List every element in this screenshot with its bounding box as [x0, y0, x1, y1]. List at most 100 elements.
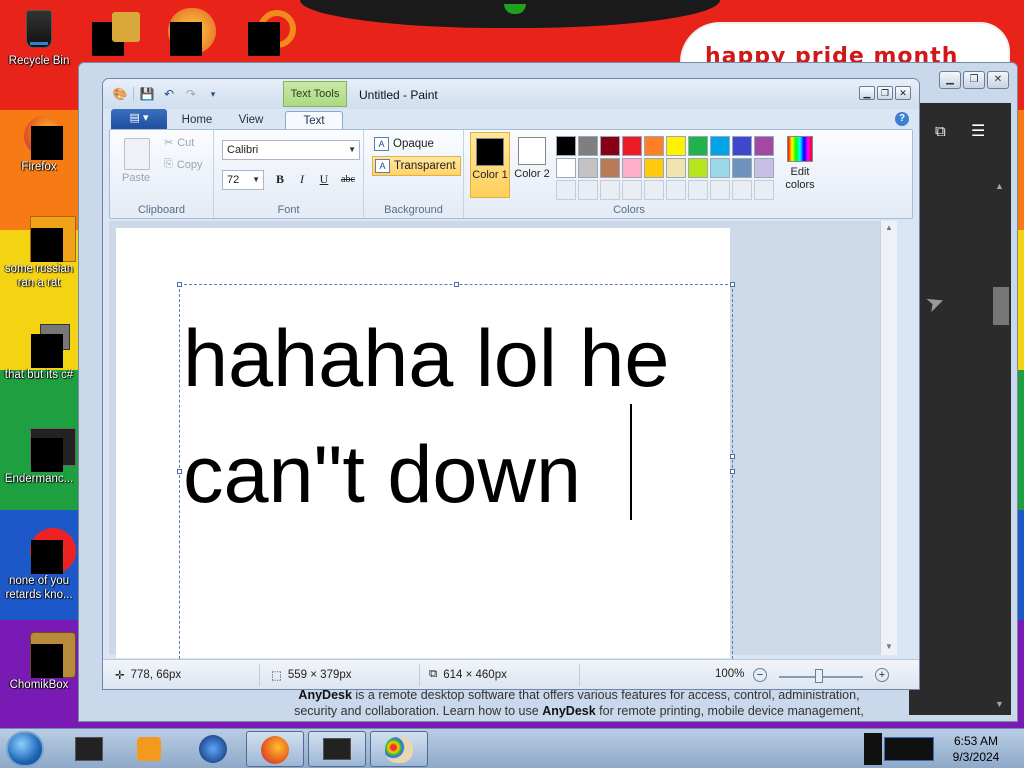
- transparent-option[interactable]: A Transparent: [372, 156, 461, 176]
- customize-qat-icon[interactable]: ▾: [204, 86, 222, 102]
- desktop-icon-firefox[interactable]: Firefox: [0, 112, 78, 174]
- palette-swatch[interactable]: [622, 158, 642, 178]
- palette-custom-slot[interactable]: [622, 180, 642, 200]
- vertical-scrollbar[interactable]: ▲ ▼: [880, 221, 897, 655]
- tray-hidden-icon[interactable]: [864, 733, 882, 765]
- palette-swatch[interactable]: [644, 158, 664, 178]
- desktop-icon-redacted[interactable]: [248, 22, 280, 56]
- color2-button[interactable]: Color 2: [512, 132, 552, 198]
- minimize-button[interactable]: ▁: [939, 71, 961, 89]
- paint-menu-button[interactable]: ▤ ▾: [111, 109, 167, 129]
- palette-custom-slot[interactable]: [578, 180, 598, 200]
- palette-swatch[interactable]: [600, 158, 620, 178]
- maximize-button[interactable]: ❐: [877, 86, 893, 100]
- palette-swatch[interactable]: [732, 158, 752, 178]
- palette-swatch[interactable]: [666, 158, 686, 178]
- zoom-slider-thumb[interactable]: [815, 669, 823, 683]
- resize-handle[interactable]: [177, 282, 182, 287]
- palette-custom-slot[interactable]: [556, 180, 576, 200]
- italic-button[interactable]: I: [292, 170, 312, 190]
- resize-handle[interactable]: [730, 454, 735, 459]
- edit-colors-button[interactable]: Edit colors: [782, 136, 818, 192]
- taskbar-app-globe[interactable]: [184, 731, 242, 767]
- taskbar-app-media[interactable]: [120, 731, 178, 767]
- help-icon[interactable]: ?: [895, 112, 909, 126]
- palette-swatch[interactable]: [622, 136, 642, 156]
- palette-swatch[interactable]: [688, 158, 708, 178]
- opaque-option[interactable]: A Opaque: [372, 134, 438, 154]
- palette-custom-slot[interactable]: [710, 180, 730, 200]
- scroll-up-icon[interactable]: ▲: [885, 223, 893, 232]
- palette-custom-slot[interactable]: [600, 180, 620, 200]
- paste-icon[interactable]: [124, 138, 150, 170]
- maximize-button[interactable]: ❐: [963, 71, 985, 89]
- taskbar-clock[interactable]: 6:53 AM 9/3/2024: [934, 733, 1018, 765]
- palette-custom-slot[interactable]: [666, 180, 686, 200]
- taskbar-app-firefox[interactable]: [246, 731, 304, 767]
- minimize-button[interactable]: ▁: [859, 86, 875, 100]
- scroll-up-icon[interactable]: ▲: [995, 181, 1004, 191]
- palette-swatch[interactable]: [754, 136, 774, 156]
- canvas-text[interactable]: hahaha lol he can"t down: [183, 301, 669, 533]
- paste-button[interactable]: Paste: [122, 172, 150, 184]
- palette-swatch[interactable]: [666, 136, 686, 156]
- tab-home[interactable]: Home: [175, 111, 219, 131]
- palette-swatch[interactable]: [732, 136, 752, 156]
- palette-swatch[interactable]: [556, 136, 576, 156]
- font-family-select[interactable]: Calibri ▼: [222, 140, 360, 160]
- underline-button[interactable]: U: [314, 170, 334, 190]
- palette-swatch[interactable]: [710, 136, 730, 156]
- window-icon: [323, 738, 351, 760]
- resize-handle[interactable]: [454, 282, 459, 287]
- zoom-in-button[interactable]: +: [875, 668, 889, 682]
- palette-custom-slot[interactable]: [732, 180, 752, 200]
- desktop-icon-chomikbox[interactable]: ChomikBox: [0, 630, 78, 692]
- desktop-icon-endermanch[interactable]: Endermanc...: [0, 424, 78, 486]
- start-button[interactable]: [6, 731, 44, 767]
- edit-colors-label: Edit colors: [785, 166, 815, 191]
- zoom-out-button[interactable]: −: [753, 668, 767, 682]
- palette-swatch[interactable]: [578, 158, 598, 178]
- menu-icon[interactable]: ☰: [971, 121, 985, 141]
- copy-button[interactable]: ⎘ Copy: [164, 158, 203, 171]
- scrollbar-thumb[interactable]: [993, 287, 1009, 325]
- undo-icon[interactable]: ↶: [160, 86, 178, 102]
- close-button[interactable]: ✕: [895, 86, 911, 100]
- resize-handle[interactable]: [730, 282, 735, 287]
- desktop-icon-recycle-bin[interactable]: Recycle Bin: [0, 6, 78, 68]
- palette-swatch[interactable]: [710, 158, 730, 178]
- strikethrough-button[interactable]: abc: [336, 170, 360, 190]
- color1-button[interactable]: Color 1: [470, 132, 510, 198]
- desktop-icon-rat[interactable]: some russian ran a rat: [0, 214, 78, 290]
- resize-handle[interactable]: [177, 469, 182, 474]
- tab-view[interactable]: View: [229, 111, 273, 131]
- palette-swatch[interactable]: [688, 136, 708, 156]
- taskbar-app-terminal[interactable]: [60, 731, 118, 767]
- palette-swatch[interactable]: [754, 158, 774, 178]
- extensions-icon[interactable]: ⧉: [935, 123, 946, 140]
- palette-custom-slot[interactable]: [644, 180, 664, 200]
- taskbar-app-anydesk[interactable]: [308, 731, 366, 767]
- save-icon[interactable]: 💾: [138, 86, 156, 102]
- desktop-icon-none-of-you[interactable]: none of you retards kno...: [0, 526, 78, 602]
- cut-button[interactable]: ✂ Cut: [164, 136, 194, 150]
- taskbar-app-paint[interactable]: [370, 731, 428, 767]
- bold-button[interactable]: B: [270, 170, 290, 190]
- paint-app-icon[interactable]: 🎨: [111, 86, 129, 102]
- palette-swatch[interactable]: [578, 136, 598, 156]
- palette-custom-slot[interactable]: [688, 180, 708, 200]
- scroll-down-icon[interactable]: ▼: [995, 699, 1004, 709]
- tab-text[interactable]: Text: [285, 111, 343, 131]
- palette-swatch[interactable]: [600, 136, 620, 156]
- palette-swatch[interactable]: [556, 158, 576, 178]
- desktop-icon-csharp[interactable]: that but its c#: [0, 320, 78, 382]
- scroll-down-icon[interactable]: ▼: [885, 642, 893, 651]
- desktop-icon-redacted[interactable]: [170, 22, 202, 56]
- redo-icon[interactable]: ↷: [182, 86, 200, 102]
- resize-handle[interactable]: [730, 469, 735, 474]
- font-size-select[interactable]: 72 ▼: [222, 170, 264, 190]
- network-icon[interactable]: [884, 737, 934, 761]
- close-button[interactable]: ✕: [987, 71, 1009, 89]
- palette-swatch[interactable]: [644, 136, 664, 156]
- palette-custom-slot[interactable]: [754, 180, 774, 200]
